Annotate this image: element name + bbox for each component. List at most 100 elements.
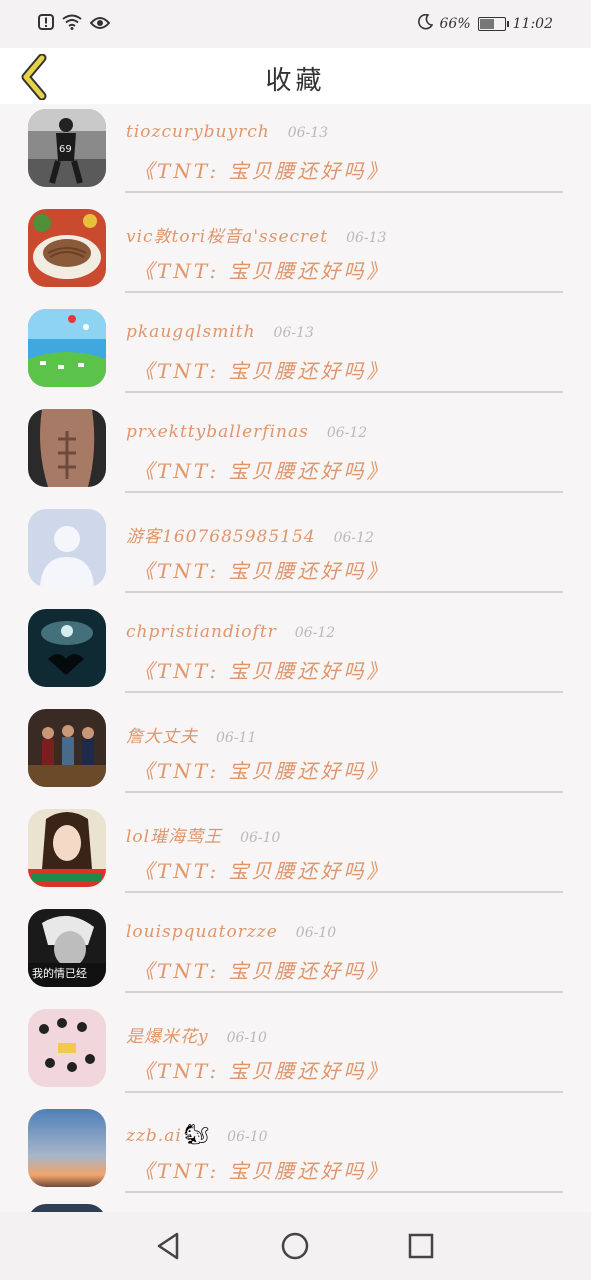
item-title: 《TNT: 宝贝腰还好吗》 bbox=[134, 759, 390, 783]
avatar[interactable] bbox=[28, 1009, 106, 1087]
list-item[interactable]: prxekttyballerfinas 06-12 《TNT: 宝贝腰还好吗》 bbox=[0, 404, 591, 504]
item-title: 《TNT: 宝贝腰还好吗》 bbox=[134, 459, 390, 483]
item-title: 《TNT: 宝贝腰还好吗》 bbox=[134, 659, 390, 683]
item-meta: chpristiandioftr 06-12 bbox=[126, 622, 335, 642]
avatar[interactable] bbox=[28, 409, 106, 487]
username: prxekttyballerfinas bbox=[126, 422, 309, 442]
list-item[interactable]: 是爆米花y 06-10 《TNT: 宝贝腰还好吗》 bbox=[0, 1004, 591, 1104]
item-title: 《TNT: 宝贝腰还好吗》 bbox=[134, 359, 390, 383]
item-title: 《TNT: 宝贝腰还好吗》 bbox=[134, 859, 390, 883]
divider bbox=[125, 1191, 563, 1193]
list-item[interactable]: chpristiandioftr 06-12 《TNT: 宝贝腰还好吗》 bbox=[0, 604, 591, 704]
status-right: 66% 11:02 bbox=[417, 13, 553, 34]
item-date: 06-10 bbox=[295, 925, 337, 941]
divider bbox=[125, 691, 563, 693]
divider bbox=[125, 191, 563, 193]
list-item[interactable]: pkaugqlsmith 06-13 《TNT: 宝贝腰还好吗》 bbox=[0, 304, 591, 404]
divider bbox=[125, 291, 563, 293]
item-date: 06-11 bbox=[216, 730, 257, 746]
divider bbox=[125, 491, 563, 493]
clock: 11:02 bbox=[512, 16, 553, 32]
username: 游客1607685985154 bbox=[126, 527, 316, 547]
avatar[interactable]: 我的情已经 bbox=[28, 909, 106, 987]
item-title: 《TNT: 宝贝腰还好吗》 bbox=[134, 1059, 390, 1083]
app-header: 收藏 bbox=[0, 48, 591, 104]
square-recents-icon bbox=[408, 1233, 434, 1259]
username: pkaugqlsmith bbox=[126, 322, 256, 342]
item-date: 06-12 bbox=[294, 625, 336, 641]
item-date: 06-12 bbox=[333, 530, 374, 546]
avatar[interactable] bbox=[28, 1109, 106, 1187]
item-date: 06-10 bbox=[240, 830, 281, 846]
nav-back-button[interactable] bbox=[153, 1230, 185, 1262]
username: 是爆米花y bbox=[126, 1027, 209, 1047]
eye-icon bbox=[89, 15, 111, 34]
alert-icon bbox=[38, 14, 54, 34]
battery-level bbox=[479, 19, 495, 29]
triangle-back-icon bbox=[157, 1232, 179, 1260]
divider bbox=[125, 1091, 563, 1093]
divider bbox=[125, 391, 563, 393]
item-meta: zzb.ai 🐿 06-10 bbox=[126, 1122, 268, 1146]
avatar[interactable] bbox=[28, 309, 106, 387]
item-meta: vic敦tori桜音a'ssecret 06-13 bbox=[126, 222, 386, 247]
item-title: 《TNT: 宝贝腰还好吗》 bbox=[134, 159, 390, 183]
username: 詹大丈夫 bbox=[126, 727, 198, 747]
item-date: 06-10 bbox=[226, 1030, 267, 1046]
item-meta: louispquatorzze 06-10 bbox=[126, 922, 336, 942]
list-item[interactable]: 詹大丈夫 06-11 《TNT: 宝贝腰还好吗》 bbox=[0, 704, 591, 804]
page-title: 收藏 bbox=[265, 66, 326, 96]
divider bbox=[125, 791, 563, 793]
favorites-list: 69 tiozcurybuyrch 06-13 《TNT: 宝贝腰还好吗》 vic敦to… bbox=[0, 104, 591, 1212]
status-bar: 66% 11:02 bbox=[0, 0, 591, 48]
list-item[interactable]: zzb.ai 🐿 06-10 《TNT: 宝贝腰还好吗》 bbox=[0, 1104, 591, 1204]
item-title: 《TNT: 宝贝腰还好吗》 bbox=[134, 259, 390, 283]
username: zzb.ai bbox=[126, 1126, 182, 1146]
circle-home-icon bbox=[281, 1232, 309, 1260]
list-item[interactable]: 游客1607685985154 06-12 《TNT: 宝贝腰还好吗》 bbox=[0, 504, 591, 604]
username: tiozcurybuyrch bbox=[126, 122, 270, 142]
avatar[interactable] bbox=[28, 709, 106, 787]
item-date: 06-13 bbox=[346, 230, 387, 246]
item-title: 《TNT: 宝贝腰还好吗》 bbox=[134, 959, 390, 983]
item-meta: prxekttyballerfinas 06-12 bbox=[126, 422, 367, 442]
item-date: 06-10 bbox=[227, 1129, 268, 1145]
nav-home-button[interactable] bbox=[279, 1230, 311, 1262]
avatar-caption: 我的情已经 bbox=[32, 967, 87, 980]
item-title: 《TNT: 宝贝腰还好吗》 bbox=[134, 559, 390, 583]
item-meta: 游客1607685985154 06-12 bbox=[126, 522, 374, 547]
item-date: 06-12 bbox=[326, 425, 368, 441]
divider bbox=[125, 891, 563, 893]
username: chpristiandioftr bbox=[126, 622, 277, 642]
avatar-partial[interactable] bbox=[28, 1204, 106, 1212]
status-left-icons bbox=[38, 14, 111, 34]
avatar[interactable] bbox=[28, 209, 106, 287]
item-date: 06-13 bbox=[287, 125, 329, 141]
moon-icon bbox=[417, 13, 433, 34]
squirrel-emoji-icon: 🐿 bbox=[183, 1122, 210, 1146]
divider bbox=[125, 991, 563, 993]
system-nav-bar bbox=[0, 1212, 591, 1280]
list-item[interactable]: 69 tiozcurybuyrch 06-13 《TNT: 宝贝腰还好吗》 bbox=[0, 104, 591, 204]
username: louispquatorzze bbox=[126, 922, 278, 942]
wifi-icon bbox=[62, 14, 82, 34]
item-meta: tiozcurybuyrch 06-13 bbox=[126, 122, 328, 142]
divider bbox=[125, 591, 563, 593]
avatar[interactable] bbox=[28, 809, 106, 887]
nav-recents-button[interactable] bbox=[405, 1230, 437, 1262]
list-item[interactable]: vic敦tori桜音a'ssecret 06-13 《TNT: 宝贝腰还好吗》 bbox=[0, 204, 591, 304]
item-meta: lol璀海莺王 06-10 bbox=[126, 822, 280, 847]
list-item[interactable]: lol璀海莺王 06-10 《TNT: 宝贝腰还好吗》 bbox=[0, 804, 591, 904]
username: lol璀海莺王 bbox=[126, 827, 223, 847]
item-meta: 詹大丈夫 06-11 bbox=[126, 722, 256, 747]
item-meta: pkaugqlsmith 06-13 bbox=[126, 322, 314, 342]
battery-percent: 66% bbox=[439, 16, 471, 32]
item-title: 《TNT: 宝贝腰还好吗》 bbox=[134, 1159, 390, 1183]
svg-text:69: 69 bbox=[59, 144, 72, 155]
avatar[interactable] bbox=[28, 609, 106, 687]
item-meta: 是爆米花y 06-10 bbox=[126, 1022, 267, 1047]
battery-icon bbox=[477, 17, 509, 31]
list-item[interactable]: 我的情已经 louispquatorzze 06-10 《TNT: 宝贝腰还好吗》 bbox=[0, 904, 591, 1004]
avatar[interactable] bbox=[28, 509, 106, 587]
avatar[interactable]: 69 bbox=[28, 109, 106, 187]
